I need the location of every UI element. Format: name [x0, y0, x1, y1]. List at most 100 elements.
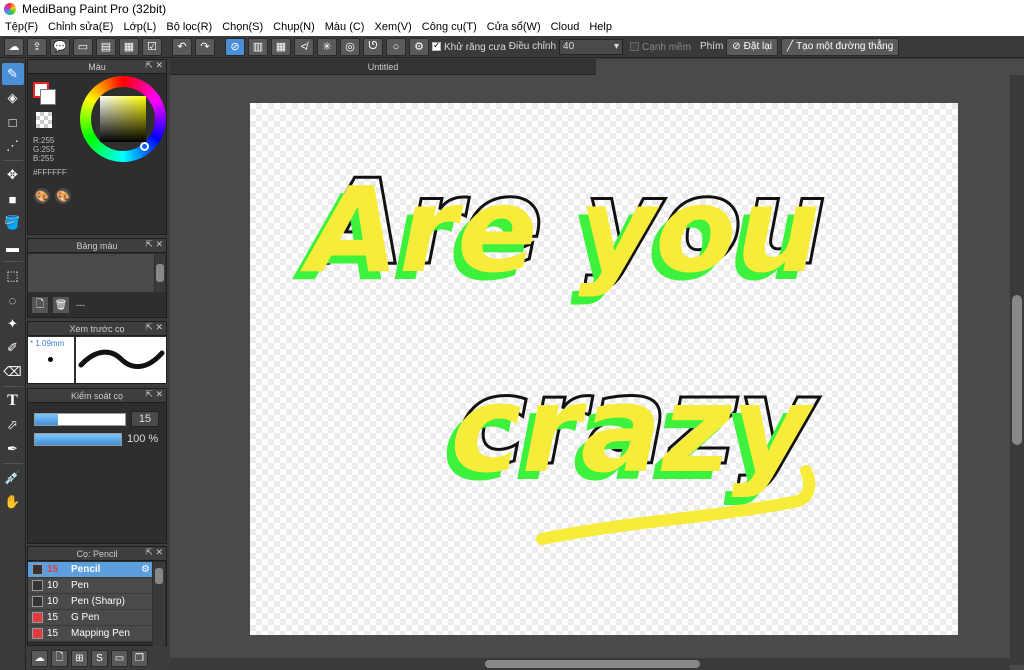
brush-cloud-icon[interactable]: ☁ [31, 649, 48, 667]
snap-off-icon[interactable]: ⊘ [225, 37, 245, 56]
palette-icon[interactable]: 🎨 [34, 188, 50, 204]
text-tool-icon[interactable]: T [2, 390, 24, 412]
eraser-tool-icon[interactable]: ◈ [2, 87, 24, 109]
panel-layout-icon[interactable]: ▦ [119, 37, 139, 56]
brush-item-g-pen[interactable]: 15 G Pen [28, 610, 152, 626]
menu-color[interactable]: Màu (C) [320, 21, 370, 33]
menu-file[interactable]: Tệp(F) [0, 21, 43, 33]
redo-icon[interactable]: ↷ [195, 37, 215, 56]
line-icon: ╱ [787, 41, 794, 52]
menu-view[interactable]: Xem(V) [369, 21, 416, 33]
menu-select[interactable]: Chọn(S) [217, 21, 268, 33]
gradient-tool-icon[interactable]: ▬ [2, 236, 24, 258]
comment-icon[interactable]: 💬 [50, 37, 70, 56]
brush-item-mapping-pen[interactable]: 15 Mapping Pen [28, 626, 152, 642]
menu-snap[interactable]: Chụp(N) [268, 21, 320, 33]
new-palette-icon[interactable]: 🗋 [32, 297, 48, 313]
magic-wand-tool-icon[interactable]: ✦ [2, 313, 24, 335]
antialias-checkbox[interactable] [432, 40, 441, 51]
correction-select[interactable]: 40 ▾ [559, 38, 624, 55]
brush-copy-icon[interactable]: ❐ [131, 649, 148, 667]
operation-tool-icon[interactable]: ⬀ [2, 414, 24, 436]
canvas-area: Untitled Are you Are you Are you crazy c… [170, 59, 1024, 670]
delete-palette-icon[interactable]: 🗑 [53, 297, 69, 313]
straight-line-button[interactable]: ╱ Tạo một đường thẳng [781, 37, 900, 56]
brush-tool-icon[interactable]: ✎ [1, 63, 24, 85]
brush-size-value[interactable]: 15 [131, 411, 159, 427]
toolbar: ☁ ⇪ 💬 ▭ ▤ ▦ ☑ ↶ ↷ ⊘ ▥ ▦ ≮ ✳ ◎ ᘎ ○ ⚙ Khử … [0, 36, 1024, 58]
panel-close-icon[interactable]: ⇱ ✕ [145, 547, 163, 558]
reset-button[interactable]: ⊘ Đặt lại [726, 37, 779, 56]
panel-close-icon[interactable]: ⇱ ✕ [145, 239, 163, 250]
panel-close-icon[interactable]: ⇱ ✕ [145, 322, 163, 333]
key-label: Phím [699, 41, 724, 52]
lasso-select-tool-icon[interactable]: ◌ [2, 289, 24, 311]
select-pen-tool-icon[interactable]: ✐ [2, 337, 24, 359]
menu-filter[interactable]: Bộ lọc(R) [161, 21, 217, 33]
cloud-save-icon[interactable]: ☁ [4, 37, 24, 56]
brush-opacity-slider[interactable] [34, 433, 122, 446]
hue-handle[interactable] [140, 142, 149, 151]
vertical-scroll-thumb[interactable] [1012, 295, 1022, 445]
document-tab[interactable]: Untitled [170, 59, 596, 75]
horizontal-scroll-thumb[interactable] [485, 660, 700, 668]
page-icon[interactable]: ▤ [96, 37, 116, 56]
panel-close-icon[interactable]: ⇱ ✕ [145, 389, 163, 400]
checklist-icon[interactable]: ☑ [142, 37, 162, 56]
snap-parallel-icon[interactable]: ▥ [248, 37, 268, 56]
brush-add-icon[interactable]: ⊞ [71, 649, 88, 667]
antialias-option[interactable]: Khử răng cưa [432, 40, 506, 53]
menu-edit[interactable]: Chỉnh sửa(E) [43, 21, 118, 33]
share-icon[interactable]: ⇪ [27, 37, 47, 56]
undo-icon[interactable]: ↶ [172, 37, 192, 56]
brush-size-slider[interactable] [34, 413, 126, 426]
palette-swatch-area[interactable] [28, 254, 154, 292]
menu-window[interactable]: Cửa sổ(W) [482, 21, 546, 33]
brush-settings-icon[interactable]: ⚙ [141, 564, 150, 575]
background-color-swatch[interactable] [40, 89, 56, 105]
brush-folder-icon[interactable]: ▭ [111, 649, 128, 667]
move-tool-icon[interactable]: ✥ [2, 164, 24, 186]
transparent-color-swatch[interactable] [36, 112, 52, 128]
divide-tool-icon[interactable]: ✒ [2, 438, 24, 460]
shape-tool-icon[interactable]: □ [2, 111, 24, 133]
brush-item-pen[interactable]: 10 Pen [28, 578, 152, 594]
brush-item-pen-sharp[interactable]: 10 Pen (Sharp) [28, 594, 152, 610]
snap-radial-icon[interactable]: ✳ [317, 37, 337, 56]
menu-tools[interactable]: Công cụ(T) [417, 21, 482, 33]
brush-item-pencil[interactable]: 15 Pencil ⚙ [28, 562, 152, 578]
rect-select-tool-icon[interactable]: ⬚ [2, 265, 24, 287]
snap-concentric-icon[interactable]: ◎ [340, 37, 360, 56]
drawing-canvas[interactable]: Are you Are you Are you crazy crazy craz… [250, 103, 958, 635]
palette-add-icon[interactable]: 🎨 [55, 188, 71, 204]
select-eraser-tool-icon[interactable]: ⌫ [2, 361, 24, 383]
menu-layer[interactable]: Lớp(L) [118, 21, 161, 33]
brush-new-icon[interactable]: 🗋 [51, 649, 68, 667]
palette-scrollbar[interactable] [155, 254, 165, 292]
hand-tool-icon[interactable]: ✋ [2, 491, 24, 513]
dot-tool-icon[interactable]: ⋰ [2, 135, 24, 157]
horizontal-scrollbar[interactable] [170, 658, 1010, 670]
brush-list-panel: Cọ: Pencil ⇱ ✕ 15 Pencil ⚙ 10 Pen 10 Pen (Sha… [27, 546, 167, 646]
panel-close-icon[interactable]: ⇱ ✕ [145, 60, 163, 71]
speech-bubble-icon[interactable]: ▭ [73, 37, 93, 56]
snap-perspective-icon[interactable]: ≮ [294, 37, 314, 56]
snap-settings-icon[interactable]: ⚙ [409, 37, 429, 56]
menu-cloud[interactable]: Cloud [546, 21, 585, 33]
bucket-tool-icon[interactable]: 🪣 [2, 212, 24, 234]
fill-rect-tool-icon[interactable]: ■ [2, 188, 24, 210]
brush-script-icon[interactable]: S [91, 649, 108, 667]
snap-circle-icon[interactable]: ○ [386, 37, 406, 56]
brush-list-scrollbar[interactable] [153, 562, 165, 646]
line1-yellow: Are you [300, 161, 821, 299]
snap-grid-icon[interactable]: ▦ [271, 37, 291, 56]
saturation-value-square[interactable] [100, 96, 146, 142]
soft-edge-option[interactable]: Cạnh mềm [630, 41, 691, 53]
hue-wheel[interactable] [80, 76, 166, 162]
vertical-scrollbar[interactable] [1010, 75, 1024, 665]
snap-curve-icon[interactable]: ᘎ [363, 37, 383, 56]
eyedropper-tool-icon[interactable]: 💉 [2, 467, 24, 489]
menu-help[interactable]: Help [584, 21, 617, 33]
soft-edge-checkbox[interactable] [630, 41, 640, 51]
color-panel-header: Màu ⇱ ✕ [28, 60, 166, 74]
